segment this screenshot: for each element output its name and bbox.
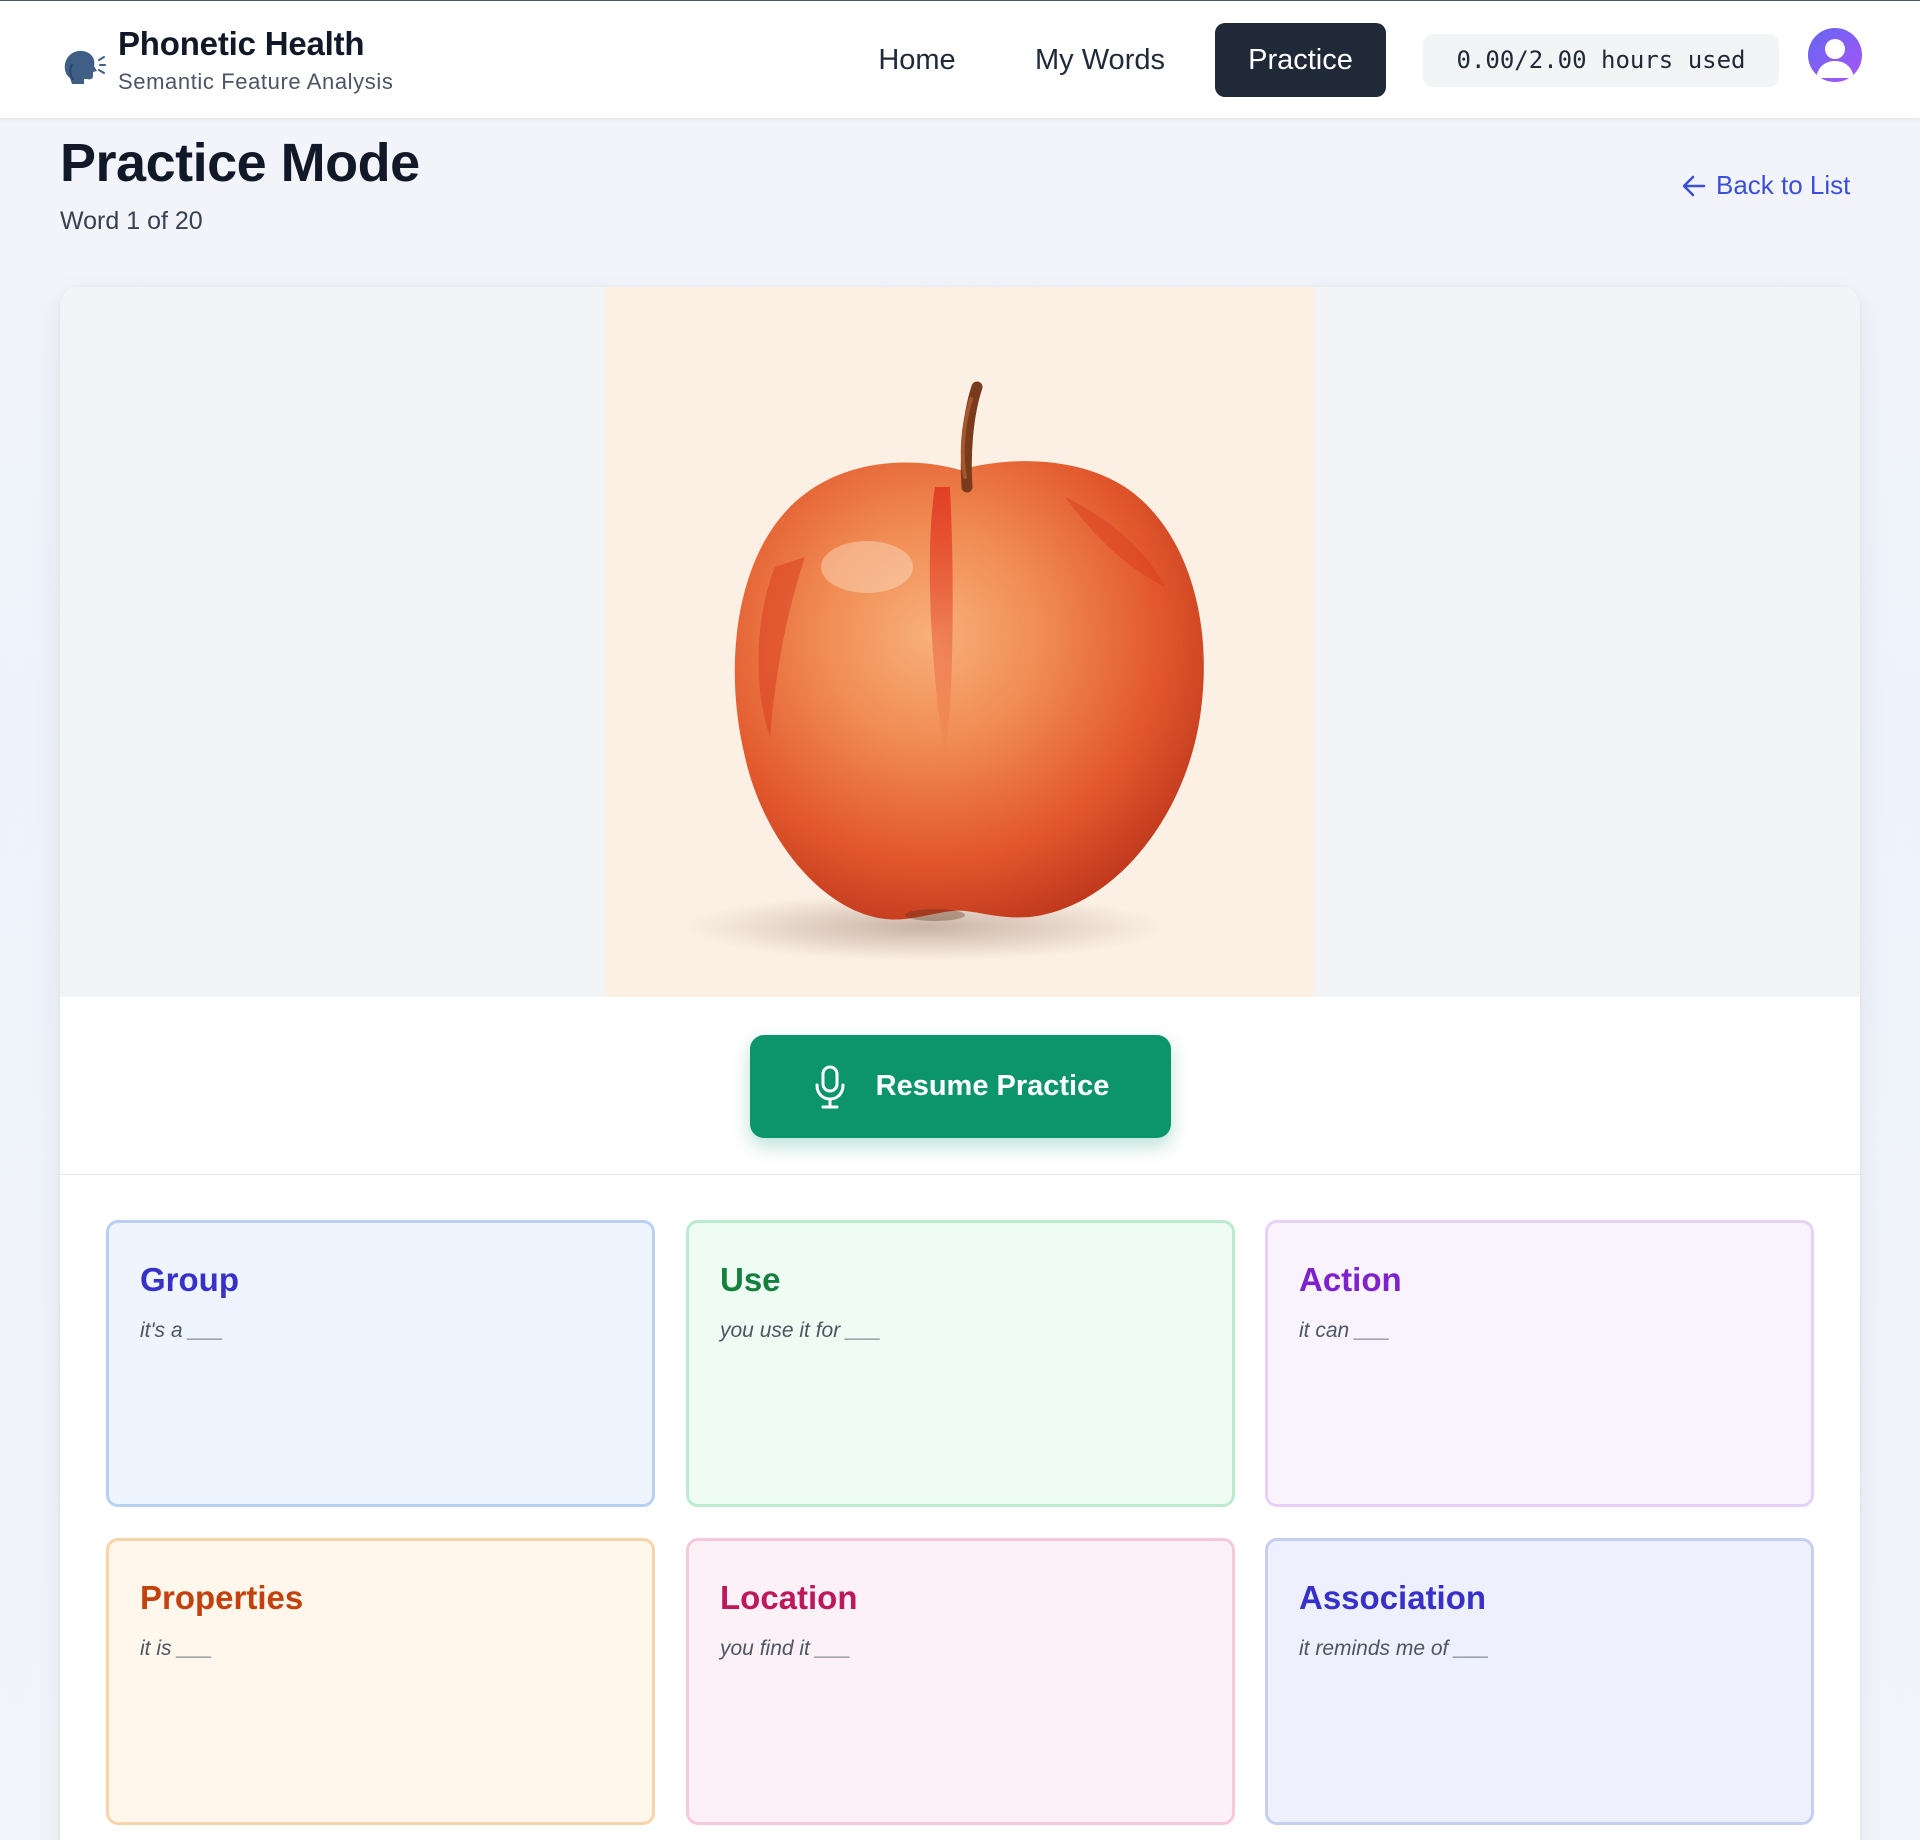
- nav-practice[interactable]: Practice: [1215, 23, 1386, 97]
- feature-prompt: you find it ___: [720, 1637, 851, 1660]
- user-silhouette-icon: [1816, 39, 1854, 78]
- brand-title: Phonetic Health: [118, 25, 365, 62]
- word-image-area: [60, 287, 1860, 997]
- feature-card-action[interactable]: Action it can ___: [1265, 1220, 1814, 1507]
- feature-title: Association: [1299, 1579, 1487, 1616]
- feature-prompt: you use it for ___: [720, 1319, 882, 1342]
- practice-card: Resume Practice Group it's a ___ Use you…: [60, 287, 1860, 1840]
- feature-prompt: it's a ___: [140, 1319, 224, 1342]
- feature-title: Use: [720, 1261, 781, 1298]
- page-title: Practice Mode: [60, 133, 420, 193]
- back-to-list-link[interactable]: Back to List: [1680, 170, 1850, 201]
- word-image: [605, 287, 1315, 997]
- word-progress: Word 1 of 20: [60, 207, 203, 235]
- nav-my-words[interactable]: My Words: [1030, 23, 1170, 97]
- feature-prompt: it reminds me of ___: [1299, 1637, 1490, 1660]
- brand[interactable]: Phonetic Health Semantic Feature Analysi…: [60, 25, 393, 95]
- back-to-list-label: Back to List: [1716, 170, 1851, 200]
- feature-prompt: it can ___: [1299, 1319, 1391, 1342]
- feature-title: Location: [720, 1579, 858, 1616]
- feature-card-properties[interactable]: Properties it is ___: [106, 1538, 655, 1825]
- speaking-head-icon: [64, 50, 106, 84]
- top-navbar: Phonetic Health Semantic Feature Analysi…: [0, 0, 1920, 119]
- feature-card-association[interactable]: Association it reminds me of ___: [1265, 1538, 1814, 1825]
- apple-image: [685, 381, 1204, 961]
- feature-title: Action: [1299, 1261, 1402, 1298]
- feature-prompt: it is ___: [140, 1637, 213, 1660]
- arrow-left-icon: [1682, 175, 1706, 196]
- nav-home[interactable]: Home: [876, 23, 958, 97]
- practice-actions: Resume Practice: [60, 997, 1860, 1175]
- feature-card-location[interactable]: Location you find it ___: [686, 1538, 1235, 1825]
- usage-badge: 0.00/2.00 hours used: [1423, 34, 1779, 87]
- feature-title: Properties: [140, 1579, 304, 1616]
- microphone-icon: [815, 1065, 845, 1108]
- resume-practice-button[interactable]: Resume Practice: [750, 1035, 1171, 1138]
- feature-card-group[interactable]: Group it's a ___: [106, 1220, 655, 1507]
- feature-card-use[interactable]: Use you use it for ___: [686, 1220, 1235, 1507]
- user-avatar-icon[interactable]: [1808, 28, 1862, 82]
- resume-practice-label: Resume Practice: [875, 1070, 1110, 1102]
- brand-subtitle: Semantic Feature Analysis: [118, 69, 394, 94]
- feature-title: Group: [140, 1261, 239, 1298]
